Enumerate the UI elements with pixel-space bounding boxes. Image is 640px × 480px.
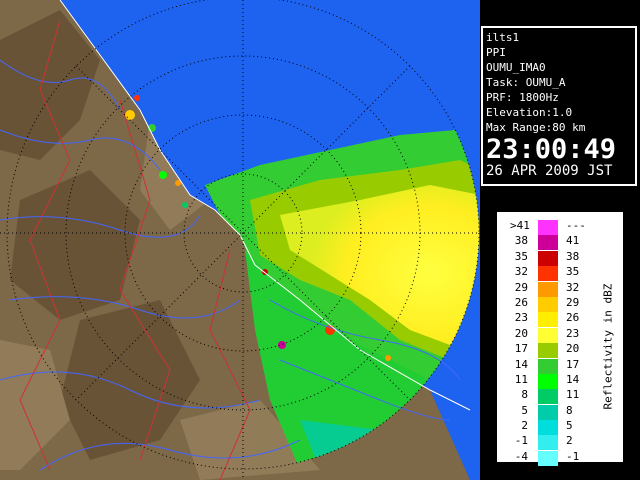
task-name: Task: OUMU_A (486, 76, 566, 89)
legend-left-label: 5 (521, 403, 528, 417)
legend-right-label: 35 (566, 265, 580, 279)
legend-swatch (538, 312, 558, 328)
legend-row: 26 29 (508, 295, 588, 312)
legend-right-label: 8 (566, 403, 573, 417)
legend-left-label: 8 (521, 388, 528, 402)
legend-swatch (538, 296, 558, 312)
legend-row: 11 14 (508, 372, 588, 389)
legend-right-label: 23 (566, 326, 580, 340)
legend-left-label: -4 (514, 449, 528, 463)
legend-right-label: 17 (566, 357, 580, 371)
legend-right-label: --- (566, 219, 586, 232)
product-type: PPI (486, 46, 506, 59)
legend-row: -4 -1 (508, 449, 588, 466)
station-name: ilts1 (486, 31, 520, 44)
legend-left-label: 26 (514, 295, 528, 309)
legend-left-label: 20 (514, 326, 528, 340)
legend-swatch (538, 343, 558, 359)
legend-swatch (538, 327, 558, 343)
legend-row: 14 17 (508, 357, 588, 374)
legend-right-label: 41 (566, 234, 580, 248)
legend-swatch (538, 450, 558, 466)
legend-swatch (538, 358, 558, 374)
legend-left-label: 17 (514, 342, 528, 356)
legend-right-label: 14 (566, 372, 580, 386)
legend-row: 17 20 (508, 342, 588, 359)
legend-right-label: 26 (566, 311, 580, 325)
info-panel: ilts1 PPI OUMU_IMA0 Task: OUMU_A PRF: 18… (481, 26, 637, 186)
max-range-value: Max Range:80 km (486, 121, 586, 134)
prf-value: PRF: 1800Hz (486, 91, 559, 104)
legend-swatch (538, 266, 558, 282)
legend-left-label: 32 (514, 265, 528, 279)
legend-swatch (538, 373, 558, 389)
legend-row: 38 41 (508, 234, 588, 251)
legend-right-label: 29 (566, 295, 580, 309)
legend-title-wrap: Reflectivity in dBZ (588, 253, 616, 453)
legend-row: 23 26 (508, 311, 588, 328)
scan-time: 23:00:49 (486, 134, 617, 165)
scan-date: 26 APR 2009 JST (486, 163, 613, 179)
legend-left-label: 14 (514, 357, 528, 371)
legend-right-label: -1 (566, 449, 580, 463)
legend-left-label: 2 (521, 419, 528, 433)
legend-swatch (538, 404, 558, 420)
echo-cell (385, 355, 391, 361)
legend-scale: >41 --- 38 41 35 38 32 35 29 32 26 29 23 26 20 23 17 20 14… (508, 219, 588, 466)
legend-left-label: 35 (514, 249, 528, 263)
legend-swatch (538, 435, 558, 451)
legend-left-label: -1 (514, 434, 528, 448)
legend-swatch (538, 389, 558, 405)
legend-swatch (538, 220, 558, 235)
site-name: OUMU_IMA0 (486, 61, 546, 74)
reflectivity-legend: >41 --- 38 41 35 38 32 35 29 32 26 29 23 26 20 23 17 20 14… (497, 212, 623, 466)
legend-row: >41 --- (508, 219, 588, 235)
legend-right-label: 20 (566, 342, 580, 356)
legend-right-label: 11 (566, 388, 580, 402)
legend-right-label: 38 (566, 249, 580, 263)
legend-row: 20 23 (508, 326, 588, 343)
legend-right-label: 32 (566, 280, 580, 294)
legend-swatch (538, 420, 558, 436)
legend-swatch (538, 235, 558, 251)
legend-left-label: 23 (514, 311, 528, 325)
legend-left-label: >41 (510, 219, 530, 232)
elevation-value: Elevation:1.0 (486, 106, 573, 119)
legend-row: 32 35 (508, 265, 588, 282)
legend-row: 35 38 (508, 249, 588, 266)
legend-row: 25 (508, 419, 588, 436)
legend-row: 29 32 (508, 280, 588, 297)
legend-row: 8 11 (508, 388, 588, 405)
legend-swatch (538, 281, 558, 297)
legend-left-label: 38 (514, 234, 528, 248)
legend-right-label: 5 (566, 419, 573, 433)
legend-right-label: 2 (566, 434, 573, 448)
legend-row: 58 (508, 403, 588, 420)
legend-swatch (538, 250, 558, 266)
legend-left-label: 29 (514, 280, 528, 294)
legend-row: -1 2 (508, 434, 588, 451)
legend-left-label: 11 (514, 372, 528, 386)
legend-title: Reflectivity in dBZ (601, 283, 615, 410)
